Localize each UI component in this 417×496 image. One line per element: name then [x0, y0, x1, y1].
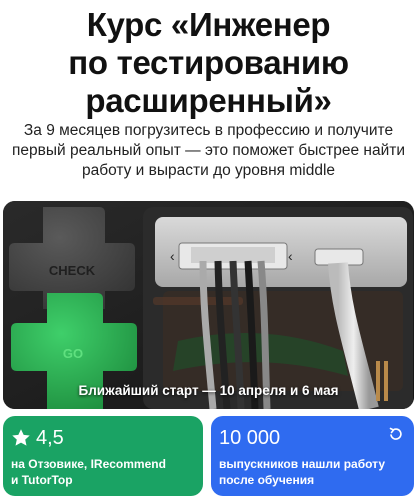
star-icon: [12, 429, 30, 446]
page-subtitle: За 9 месяцев погрузитесь в профессию и п…: [0, 121, 417, 181]
svg-text:‹: ‹: [288, 248, 293, 264]
title-line-2: по тестированию: [68, 44, 349, 81]
start-date-caption: Ближайший старт — 10 апреля и 6 мая: [78, 383, 339, 398]
subtitle-line-3: работу и вырасти до уровня middle: [81, 162, 336, 179]
hero-illustration: ‹ ‹ CHECK GO: [3, 201, 414, 409]
subtitle-line-1: За 9 месяцев погрузитесь в профессию и п…: [23, 122, 394, 139]
graduates-desc-line-2: после обучения: [219, 473, 315, 487]
subtitle-line-2: первый реальный опыт — это поможет быстр…: [11, 142, 406, 159]
rating-desc-line-2: и TutorTop: [11, 473, 73, 487]
graduates-card: 10 000 выпускников нашли работу после об…: [211, 416, 414, 496]
go-keycap-label: GO: [63, 346, 83, 361]
title-line-1: Курс «Инженер: [86, 6, 331, 43]
rating-value: 4,5: [36, 427, 64, 449]
rating-card: 4,5 на Отзовике, IRecommend и TutorTop: [3, 416, 203, 496]
rating-desc-line-1: на Отзовике, IRecommend: [11, 457, 166, 471]
graduates-desc-line-1: выпускников нашли работу: [219, 457, 385, 471]
rating-description: на Отзовике, IRecommend и TutorTop: [11, 456, 166, 488]
check-keycap-label: CHECK: [49, 263, 96, 278]
page-title: Курс «Инженер по тестированию расширенны…: [0, 6, 417, 120]
graduates-value: 10 000: [219, 427, 281, 449]
hero-banner: ‹ ‹ CHECK GO Ближайший старт — 10 апреля…: [3, 201, 414, 409]
rating-value-row: 4,5: [10, 426, 64, 450]
refresh-icon: [389, 427, 402, 440]
graduates-description: выпускников нашли работу после обучения: [219, 456, 385, 488]
svg-text:‹: ‹: [170, 248, 175, 264]
title-line-3: расширенный»: [85, 82, 332, 119]
